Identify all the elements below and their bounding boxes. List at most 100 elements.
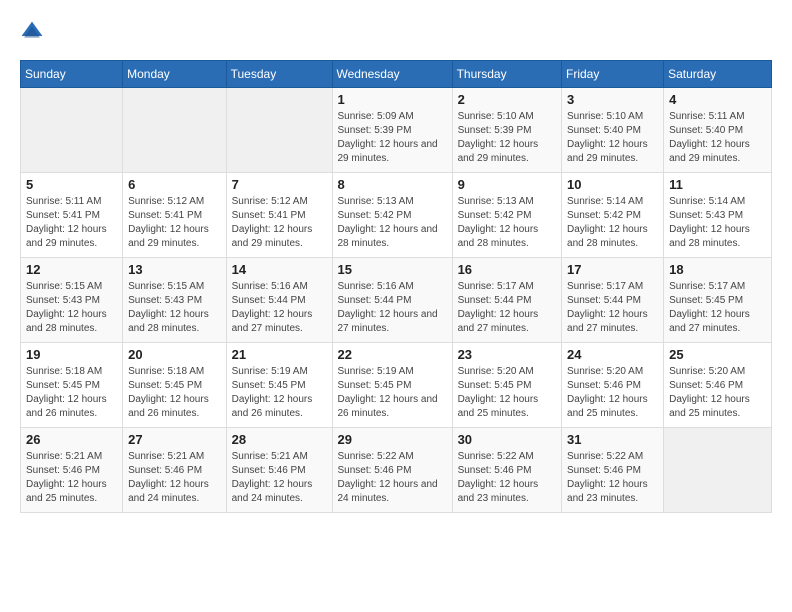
- logo-icon: [20, 20, 44, 44]
- day-number: 16: [458, 262, 556, 277]
- week-row: 19 Sunrise: 5:18 AM Sunset: 5:45 PM Dayli…: [21, 343, 772, 428]
- calendar-cell: 2 Sunrise: 5:10 AM Sunset: 5:39 PM Daylig…: [452, 88, 561, 173]
- day-info: Sunrise: 5:14 AM Sunset: 5:43 PM Dayligh…: [669, 195, 766, 251]
- calendar-cell: 9 Sunrise: 5:13 AM Sunset: 5:42 PM Daylig…: [452, 173, 561, 258]
- day-header-friday: Friday: [562, 61, 664, 88]
- day-number: 19: [26, 347, 117, 362]
- day-info: Sunrise: 5:19 AM Sunset: 5:45 PM Dayligh…: [232, 365, 327, 421]
- day-number: 23: [458, 347, 556, 362]
- header-row: SundayMondayTuesdayWednesdayThursdayFrid…: [21, 61, 772, 88]
- day-info: Sunrise: 5:22 AM Sunset: 5:46 PM Dayligh…: [567, 450, 658, 506]
- calendar-cell: 25 Sunrise: 5:20 AM Sunset: 5:46 PM Dayli…: [664, 343, 772, 428]
- day-info: Sunrise: 5:21 AM Sunset: 5:46 PM Dayligh…: [26, 450, 117, 506]
- day-info: Sunrise: 5:17 AM Sunset: 5:45 PM Dayligh…: [669, 280, 766, 336]
- calendar-table: SundayMondayTuesdayWednesdayThursdayFrid…: [20, 60, 772, 513]
- day-number: 13: [128, 262, 221, 277]
- day-info: Sunrise: 5:20 AM Sunset: 5:46 PM Dayligh…: [567, 365, 658, 421]
- calendar-cell: 26 Sunrise: 5:21 AM Sunset: 5:46 PM Dayli…: [21, 428, 123, 513]
- calendar-cell: [226, 88, 332, 173]
- calendar-cell: 12Sunrise: 5:15 AM Sunset: 5:43 PM Dayli…: [21, 258, 123, 343]
- day-info: Sunrise: 5:14 AM Sunset: 5:42 PM Dayligh…: [567, 195, 658, 251]
- day-info: Sunrise: 5:20 AM Sunset: 5:46 PM Dayligh…: [669, 365, 766, 421]
- calendar-cell: 22 Sunrise: 5:19 AM Sunset: 5:45 PM Dayli…: [332, 343, 452, 428]
- day-header-tuesday: Tuesday: [226, 61, 332, 88]
- day-number: 24: [567, 347, 658, 362]
- day-info: Sunrise: 5:10 AM Sunset: 5:39 PM Dayligh…: [458, 110, 556, 166]
- day-info: Sunrise: 5:22 AM Sunset: 5:46 PM Dayligh…: [458, 450, 556, 506]
- day-info: Sunrise: 5:16 AM Sunset: 5:44 PM Dayligh…: [338, 280, 447, 336]
- day-number: 14: [232, 262, 327, 277]
- day-number: 25: [669, 347, 766, 362]
- day-info: Sunrise: 5:16 AM Sunset: 5:44 PM Dayligh…: [232, 280, 327, 336]
- calendar-cell: 7 Sunrise: 5:12 AM Sunset: 5:41 PM Daylig…: [226, 173, 332, 258]
- day-number: 20: [128, 347, 221, 362]
- day-info: Sunrise: 5:19 AM Sunset: 5:45 PM Dayligh…: [338, 365, 447, 421]
- day-info: Sunrise: 5:18 AM Sunset: 5:45 PM Dayligh…: [128, 365, 221, 421]
- calendar-cell: 11 Sunrise: 5:14 AM Sunset: 5:43 PM Dayli…: [664, 173, 772, 258]
- day-number: 18: [669, 262, 766, 277]
- day-header-saturday: Saturday: [664, 61, 772, 88]
- calendar-cell: 6 Sunrise: 5:12 AM Sunset: 5:41 PM Daylig…: [123, 173, 227, 258]
- day-number: 27: [128, 432, 221, 447]
- calendar-cell: 29 Sunrise: 5:22 AM Sunset: 5:46 PM Dayli…: [332, 428, 452, 513]
- day-number: 5: [26, 177, 117, 192]
- day-number: 2: [458, 92, 556, 107]
- day-number: 31: [567, 432, 658, 447]
- calendar-cell: [123, 88, 227, 173]
- day-number: 7: [232, 177, 327, 192]
- day-info: Sunrise: 5:12 AM Sunset: 5:41 PM Dayligh…: [128, 195, 221, 251]
- day-info: Sunrise: 5:12 AM Sunset: 5:41 PM Dayligh…: [232, 195, 327, 251]
- day-number: 12: [26, 262, 117, 277]
- day-info: Sunrise: 5:09 AM Sunset: 5:39 PM Dayligh…: [338, 110, 447, 166]
- day-header-wednesday: Wednesday: [332, 61, 452, 88]
- day-number: 29: [338, 432, 447, 447]
- calendar-cell: 5 Sunrise: 5:11 AM Sunset: 5:41 PM Daylig…: [21, 173, 123, 258]
- week-row: 12Sunrise: 5:15 AM Sunset: 5:43 PM Dayli…: [21, 258, 772, 343]
- day-info: Sunrise: 5:10 AM Sunset: 5:40 PM Dayligh…: [567, 110, 658, 166]
- calendar-cell: 27 Sunrise: 5:21 AM Sunset: 5:46 PM Dayli…: [123, 428, 227, 513]
- day-info: Sunrise: 5:13 AM Sunset: 5:42 PM Dayligh…: [338, 195, 447, 251]
- day-number: 26: [26, 432, 117, 447]
- day-info: Sunrise: 5:21 AM Sunset: 5:46 PM Dayligh…: [128, 450, 221, 506]
- page-header: [20, 20, 772, 44]
- calendar-cell: 28 Sunrise: 5:21 AM Sunset: 5:46 PM Dayli…: [226, 428, 332, 513]
- day-info: Sunrise: 5:13 AM Sunset: 5:42 PM Dayligh…: [458, 195, 556, 251]
- day-number: 30: [458, 432, 556, 447]
- day-number: 15: [338, 262, 447, 277]
- day-info: Sunrise: 5:17 AM Sunset: 5:44 PM Dayligh…: [567, 280, 658, 336]
- day-header-thursday: Thursday: [452, 61, 561, 88]
- day-number: 6: [128, 177, 221, 192]
- day-info: Sunrise: 5:11 AM Sunset: 5:41 PM Dayligh…: [26, 195, 117, 251]
- day-info: Sunrise: 5:11 AM Sunset: 5:40 PM Dayligh…: [669, 110, 766, 166]
- calendar-cell: 18 Sunrise: 5:17 AM Sunset: 5:45 PM Dayli…: [664, 258, 772, 343]
- day-number: 21: [232, 347, 327, 362]
- day-number: 28: [232, 432, 327, 447]
- calendar-cell: 13Sunrise: 5:15 AM Sunset: 5:43 PM Dayli…: [123, 258, 227, 343]
- calendar-cell: [21, 88, 123, 173]
- calendar-cell: 3 Sunrise: 5:10 AM Sunset: 5:40 PM Daylig…: [562, 88, 664, 173]
- day-number: 8: [338, 177, 447, 192]
- week-row: 26 Sunrise: 5:21 AM Sunset: 5:46 PM Dayli…: [21, 428, 772, 513]
- calendar-cell: 1Sunrise: 5:09 AM Sunset: 5:39 PM Daylig…: [332, 88, 452, 173]
- calendar-cell: 23Sunrise: 5:20 AM Sunset: 5:45 PM Dayli…: [452, 343, 561, 428]
- week-row: 5 Sunrise: 5:11 AM Sunset: 5:41 PM Daylig…: [21, 173, 772, 258]
- calendar-cell: 15 Sunrise: 5:16 AM Sunset: 5:44 PM Dayli…: [332, 258, 452, 343]
- day-number: 3: [567, 92, 658, 107]
- day-info: Sunrise: 5:18 AM Sunset: 5:45 PM Dayligh…: [26, 365, 117, 421]
- logo: [20, 20, 48, 44]
- day-header-sunday: Sunday: [21, 61, 123, 88]
- day-number: 4: [669, 92, 766, 107]
- calendar-cell: 10Sunrise: 5:14 AM Sunset: 5:42 PM Dayli…: [562, 173, 664, 258]
- calendar-cell: 20 Sunrise: 5:18 AM Sunset: 5:45 PM Dayli…: [123, 343, 227, 428]
- day-info: Sunrise: 5:21 AM Sunset: 5:46 PM Dayligh…: [232, 450, 327, 506]
- calendar-cell: 21 Sunrise: 5:19 AM Sunset: 5:45 PM Dayli…: [226, 343, 332, 428]
- day-number: 11: [669, 177, 766, 192]
- day-number: 17: [567, 262, 658, 277]
- calendar-cell: 31 Sunrise: 5:22 AM Sunset: 5:46 PM Dayli…: [562, 428, 664, 513]
- day-info: Sunrise: 5:17 AM Sunset: 5:44 PM Dayligh…: [458, 280, 556, 336]
- day-number: 22: [338, 347, 447, 362]
- calendar-cell: 24 Sunrise: 5:20 AM Sunset: 5:46 PM Dayli…: [562, 343, 664, 428]
- day-number: 9: [458, 177, 556, 192]
- calendar-cell: 4 Sunrise: 5:11 AM Sunset: 5:40 PM Daylig…: [664, 88, 772, 173]
- day-info: Sunrise: 5:22 AM Sunset: 5:46 PM Dayligh…: [338, 450, 447, 506]
